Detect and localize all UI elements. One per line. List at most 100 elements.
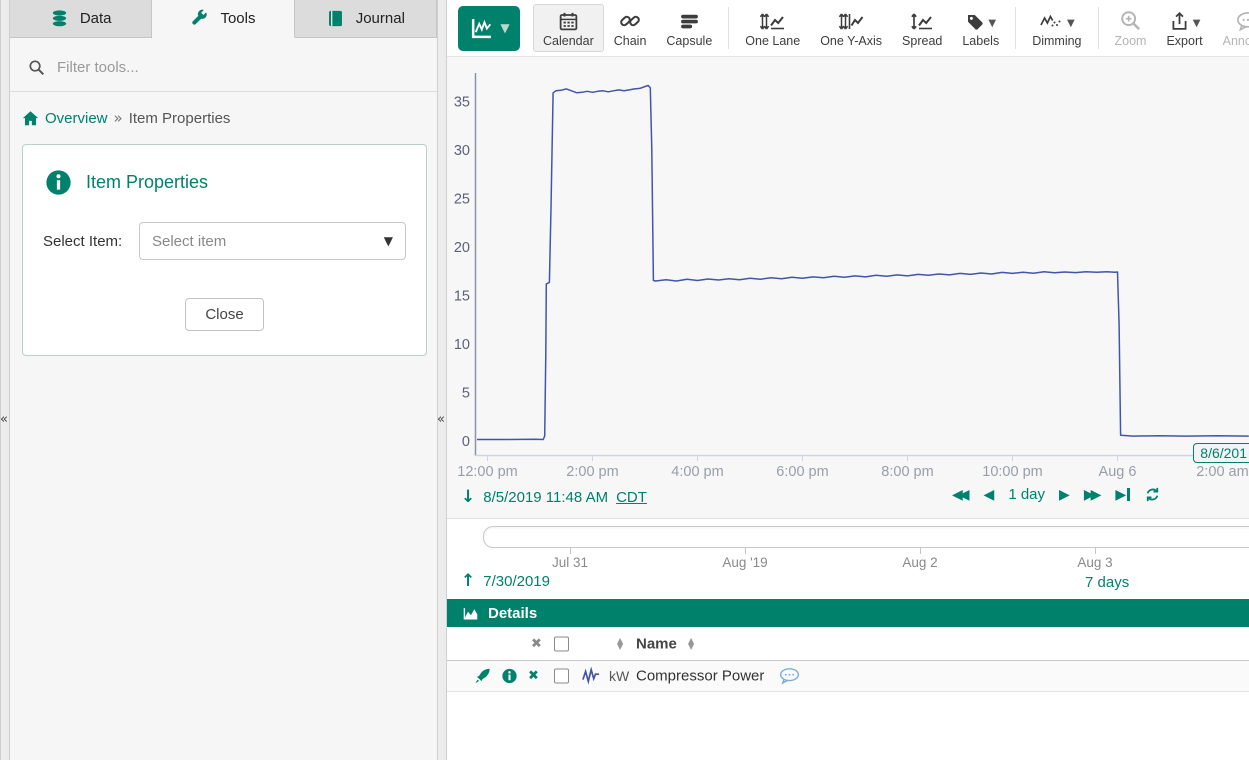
range-start-datetime[interactable]: 8/5/2019 11:48 AM (483, 489, 608, 506)
select-item-label: Select Item: (43, 233, 139, 250)
svg-text:6:00 pm: 6:00 pm (776, 464, 828, 480)
trend-pane: ▼ CalendarChainCapsule One LaneOne Y-Axis… (447, 0, 1249, 760)
sort-icon[interactable]: ▲▼ (688, 638, 694, 650)
signal-icon (581, 667, 601, 685)
name-column-header[interactable]: Name (636, 635, 677, 652)
svg-text:25: 25 (454, 192, 470, 208)
details-table-header: ✖ ▲▼ Name ▲▼ (447, 627, 1249, 661)
home-icon[interactable] (22, 110, 39, 127)
tab-tools-label: Tools (220, 10, 255, 27)
book-icon (326, 9, 345, 28)
area-chart-icon (462, 605, 479, 622)
select-item-dropdown[interactable]: Select item ▼ (139, 222, 406, 260)
range-navigation: ◀◀ ◀ 1 day ▶ ▶▶ ▶ (952, 486, 1161, 503)
remove-item-icon[interactable]: ✖ (528, 669, 539, 684)
toolbar-export-button[interactable]: ▼Export (1156, 4, 1212, 52)
step-forward-full-button[interactable]: ▶▶ (1084, 487, 1102, 503)
annotate-icon (1236, 8, 1249, 32)
range-end-tag: 8/6/201 (1193, 443, 1249, 463)
remove-all-icon[interactable]: ✖ (531, 636, 542, 651)
svg-text:0: 0 (462, 434, 470, 450)
investigate-start-date[interactable]: 7/30/2019 (483, 573, 550, 590)
chevron-left-icon: « (437, 412, 445, 427)
toolbar-labels-button[interactable]: ▼Labels (952, 4, 1009, 52)
select-item-placeholder: Select item (152, 233, 226, 250)
chart-canvas[interactable]: 12:00 pm2:00 pm4:00 pm6:00 pm8:00 pm10:0… (447, 57, 1249, 480)
svg-text:8:00 pm: 8:00 pm (881, 464, 933, 480)
toolbar-one-lane-button[interactable]: One Lane (735, 4, 810, 52)
rocket-icon[interactable] (474, 668, 491, 685)
collapse-panel-handle[interactable]: « (437, 0, 447, 760)
toolbar-chain-button[interactable]: Chain (604, 4, 657, 52)
timebar-tick-label: Jul 31 (552, 555, 588, 570)
toolbar-one-y-axis-button[interactable]: One Y-Axis (810, 4, 892, 52)
close-button[interactable]: Close (185, 298, 263, 331)
chevron-left-icon: « (0, 412, 8, 427)
signal-name[interactable]: Compressor Power (636, 668, 764, 685)
zoom-icon (1119, 8, 1142, 32)
timebar-tickmark (745, 547, 746, 554)
row-checkbox[interactable] (554, 669, 569, 684)
item-properties-card: Item Properties Select Item: Select item… (22, 144, 427, 356)
step-back-half-button[interactable]: ◀ (984, 487, 995, 503)
refresh-icon[interactable] (1144, 486, 1161, 503)
select-all-checkbox[interactable] (554, 636, 569, 651)
tab-journal[interactable]: Journal (295, 0, 437, 38)
investigate-duration[interactable]: 7 days (1085, 574, 1129, 591)
comment-icon[interactable] (779, 668, 800, 685)
step-back-full-button[interactable]: ◀◀ (952, 487, 970, 503)
breadcrumb-current: Item Properties (129, 110, 231, 127)
chevron-down-icon: ▼ (1067, 18, 1075, 29)
timebar-tickmark (570, 547, 571, 554)
collapse-left-handle[interactable]: « (0, 0, 10, 760)
tab-tools[interactable]: Tools (152, 0, 294, 38)
view-mode-dropdown-button[interactable]: ▼ (458, 6, 520, 51)
step-to-end-button[interactable]: ▶ (1115, 487, 1130, 503)
timebar-tickmark (920, 547, 921, 554)
toolbar-separator (1098, 7, 1099, 49)
svg-text:12:00 pm: 12:00 pm (457, 464, 517, 480)
svg-text:35: 35 (454, 95, 470, 111)
chevron-down-icon: ▼ (500, 21, 509, 35)
chain-icon (619, 8, 641, 32)
timebar-tick-label: Aug 2 (902, 555, 937, 570)
toolbar-zoom-button: Zoom (1105, 4, 1157, 52)
trend-chart-icon (468, 16, 495, 41)
signal-unit: kW (609, 668, 629, 684)
details-row-compressor-power[interactable]: ✖ kW Compressor Power (447, 661, 1249, 692)
toolbar-capsule-button[interactable]: Capsule (656, 4, 722, 52)
trend-chart[interactable]: 12:00 pm2:00 pm4:00 pm6:00 pm8:00 pm10:0… (447, 57, 1249, 480)
breadcrumb-overview-link[interactable]: Overview (45, 110, 108, 127)
timebar-slider[interactable] (483, 526, 1249, 548)
trend-toolbar: ▼ CalendarChainCapsule One LaneOne Y-Axis… (447, 0, 1249, 57)
wrench-icon (190, 9, 209, 28)
select-item-row: Select Item: Select item ▼ (43, 222, 406, 260)
toolbar-calendar-button[interactable]: Calendar (533, 4, 604, 52)
seeq-workbench: « Data Tools Journal Overview » (0, 0, 1249, 760)
tab-data[interactable]: Data (10, 0, 152, 38)
toolbar-separator (728, 7, 729, 49)
range-duration[interactable]: 1 day (1008, 486, 1045, 503)
divider (10, 91, 437, 92)
sort-icon[interactable]: ▲▼ (617, 638, 623, 650)
chevron-down-icon: ▼ (1193, 18, 1201, 29)
database-icon (50, 9, 69, 28)
filter-tools-row (28, 58, 419, 77)
toolbar-annotate-button: Annotate (1213, 4, 1249, 52)
svg-text:10: 10 (454, 337, 470, 353)
chevron-down-icon: ▼ (988, 18, 996, 29)
svg-text:30: 30 (454, 143, 470, 159)
arrow-down-icon: ↓ (461, 487, 475, 507)
item-info-icon[interactable] (502, 669, 517, 684)
svg-text:10:00 pm: 10:00 pm (982, 464, 1042, 480)
toolbar-dimming-button[interactable]: ▼Dimming (1022, 4, 1091, 52)
timebar-tick-label: Aug '19 (722, 555, 767, 570)
toolbar-spread-button[interactable]: Spread (892, 4, 952, 52)
step-forward-half-button[interactable]: ▶ (1059, 487, 1070, 503)
filter-tools-input[interactable] (55, 58, 419, 77)
one-y-axis-icon (838, 8, 865, 32)
search-icon (28, 59, 45, 76)
timezone-link[interactable]: CDT (616, 489, 647, 506)
investigate-timebar: Jul 31Aug '19Aug 2Aug 3 ↑ 7/30/2019 7 da… (447, 519, 1249, 599)
toolbar-separator (1015, 7, 1016, 49)
